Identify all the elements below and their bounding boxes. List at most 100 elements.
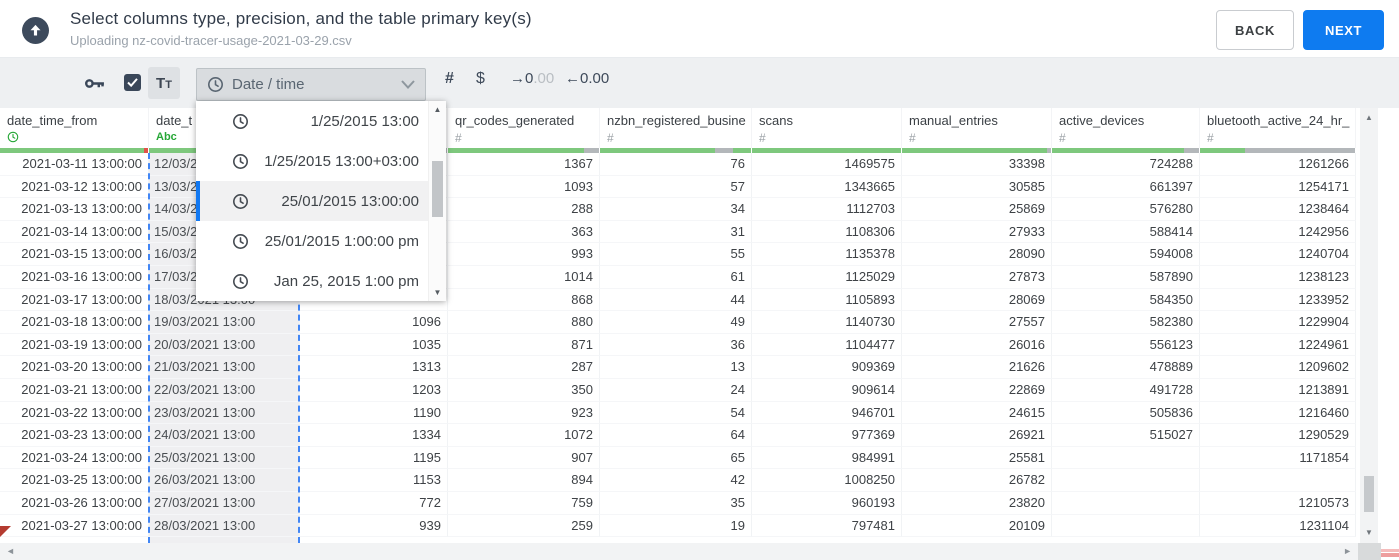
cell[interactable]: 491728 [1052,378,1200,402]
cell[interactable]: 1190 [300,401,448,425]
dropdown-scroll-thumb[interactable] [432,161,443,217]
cell[interactable]: 26921 [902,424,1052,447]
cell[interactable]: 515027 [1052,424,1200,447]
cell[interactable]: 1343665 [752,175,902,199]
cell[interactable]: 478889 [1052,356,1200,379]
cell[interactable]: 1290529 [1200,424,1356,447]
cell[interactable]: 2021-03-12 13:00:00 [0,175,149,199]
currency-format-button[interactable]: $ [476,70,485,88]
cell[interactable]: 1153 [300,469,448,492]
cell[interactable]: 54 [600,401,752,425]
cell[interactable]: 28/03/2021 13:00 [149,514,300,538]
cell[interactable]: 587890 [1052,265,1200,289]
decimal-increase-button[interactable]: →0.00 [510,70,554,87]
column-header-manual_entries[interactable]: manual_entries # [902,108,1052,148]
cell[interactable]: 923 [448,401,600,425]
cell[interactable]: 977369 [752,424,902,447]
cell[interactable]: 2021-03-17 13:00:00 [0,288,149,312]
cell[interactable]: 584350 [1052,288,1200,312]
dropdown-option[interactable]: 1/25/2015 13:00+03:00 [196,141,446,181]
next-button[interactable]: NEXT [1303,10,1384,50]
column-header-date_time_from[interactable]: date_time_from [0,108,149,148]
cell[interactable]: 27933 [902,220,1052,244]
cell[interactable]: 909369 [752,356,902,379]
dropdown-option[interactable]: 25/01/2015 13:00:00 [196,181,446,221]
cell[interactable]: 797481 [752,514,902,538]
cell[interactable]: 759 [448,491,600,515]
cell[interactable]: 1112703 [752,198,902,221]
vertical-scrollbar[interactable]: ▲ ▼ [1360,108,1378,543]
cell[interactable]: 26016 [902,333,1052,357]
scroll-up-icon[interactable]: ▲ [1360,113,1378,122]
scroll-down-icon[interactable]: ▼ [1360,528,1378,537]
cell[interactable]: 1469575 [752,153,902,176]
cell[interactable]: 1008250 [752,469,902,492]
cell[interactable]: 33398 [902,153,1052,176]
include-column-checkbox[interactable] [124,74,141,91]
cell[interactable]: 1367 [448,153,600,176]
cell[interactable]: 984991 [752,446,902,470]
cell[interactable]: 49 [600,311,752,334]
cell[interactable]: 34 [600,198,752,221]
cell[interactable]: 2021-03-15 13:00:00 [0,243,149,266]
cell[interactable] [1052,446,1200,470]
cell[interactable]: 1108306 [752,220,902,244]
cell[interactable]: 1171854 [1200,446,1356,470]
cell[interactable]: 939 [300,514,448,538]
cell[interactable]: 24 [600,378,752,402]
cell[interactable]: 909614 [752,378,902,402]
cell[interactable]: 25581 [902,446,1052,470]
cell[interactable]: 1105893 [752,288,902,312]
cell[interactable]: 880 [448,311,600,334]
cell[interactable]: 2021-03-14 13:00:00 [0,220,149,244]
cell[interactable]: 946701 [752,401,902,425]
cell[interactable]: 1238464 [1200,198,1356,221]
cell[interactable]: 960193 [752,491,902,515]
cell[interactable]: 1261266 [1200,153,1356,176]
scroll-up-icon[interactable]: ▲ [429,105,446,114]
column-header-scans[interactable]: scans # [752,108,902,148]
cell[interactable]: 907 [448,446,600,470]
decimal-decrease-button[interactable]: ←0.00 [565,70,609,87]
cell[interactable]: 993 [448,243,600,266]
dropdown-option[interactable]: 25/01/2015 1:00:00 pm [196,221,446,261]
cell[interactable]: 1209602 [1200,356,1356,379]
cell[interactable]: 288 [448,198,600,221]
cell[interactable]: 594008 [1052,243,1200,266]
cell[interactable]: 1195 [300,446,448,470]
cell[interactable]: 1242956 [1200,220,1356,244]
cell[interactable]: 21/03/2021 13:00 [149,356,300,379]
cell[interactable]: 1072 [448,424,600,447]
cell[interactable]: 505836 [1052,401,1200,425]
scroll-right-icon[interactable]: ► [1343,546,1352,556]
cell[interactable]: 42 [600,469,752,492]
cell[interactable]: 350 [448,378,600,402]
dropdown-scrollbar[interactable]: ▲ ▼ [428,101,446,301]
cell[interactable]: 76 [600,153,752,176]
text-type-button[interactable]: Tt [148,67,180,99]
cell[interactable]: 27/03/2021 13:00 [149,491,300,515]
cell[interactable]: 35 [600,491,752,515]
cell[interactable]: 23/03/2021 13:00 [149,401,300,425]
cell[interactable]: 57 [600,175,752,199]
cell[interactable]: 30585 [902,175,1052,199]
column-header-active_devices[interactable]: active_devices # [1052,108,1200,148]
cell[interactable]: 871 [448,333,600,357]
column-header-qr_codes_generated[interactable]: qr_codes_generated # [448,108,600,148]
cell[interactable]: 1231104 [1200,514,1356,538]
cell[interactable]: 44 [600,288,752,312]
cell[interactable] [1052,514,1200,538]
cell[interactable]: 772 [300,491,448,515]
cell[interactable]: 25/03/2021 13:00 [149,446,300,470]
cell[interactable]: 28069 [902,288,1052,312]
cell[interactable]: 2021-03-11 13:00:00 [0,153,149,176]
cell[interactable]: 28090 [902,243,1052,266]
cell[interactable]: 1229904 [1200,311,1356,334]
cell[interactable]: 1216460 [1200,401,1356,425]
cell[interactable]: 1096 [300,311,448,334]
cell[interactable]: 2021-03-27 13:00:00 [0,514,149,538]
dropdown-option[interactable]: 1/25/2015 13:00 [196,101,446,141]
cell[interactable]: 1203 [300,378,448,402]
cell[interactable]: 20109 [902,514,1052,538]
dropdown-option[interactable]: Jan 25, 2015 1:00 pm [196,261,446,301]
